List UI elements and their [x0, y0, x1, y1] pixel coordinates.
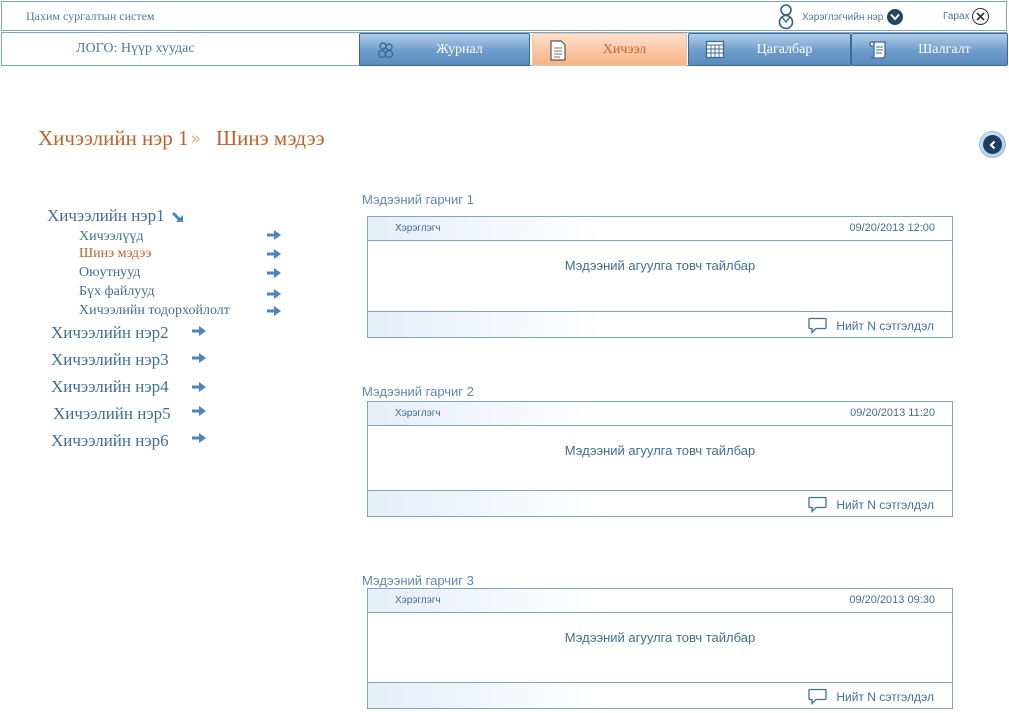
tab-exam-label: Шалгалт	[918, 41, 971, 57]
comments-count: Нийт N сэтгэлдэл	[836, 689, 934, 704]
arrow-right-icon	[267, 268, 281, 278]
news-date: 09/20/2013 09:30	[849, 594, 935, 606]
news-title[interactable]: Мэдээний гарчиг 2	[362, 384, 474, 399]
sidebar-lesson-3[interactable]: Хичээлийн нэр3	[51, 350, 169, 370]
user-dropdown-button[interactable]	[887, 9, 904, 25]
arrow-right-icon	[192, 326, 206, 336]
user-icon	[778, 4, 794, 30]
news-title[interactable]: Мэдээний гарчиг 1	[362, 192, 474, 207]
sidebar-subitem-news[interactable]: Шинэ мэдээ	[79, 246, 151, 262]
logo-home-link[interactable]: ЛОГО: Нүүр хуудас	[76, 41, 195, 57]
news-title[interactable]: Мэдээний гарчиг 3	[362, 573, 474, 588]
news-author: Хэрэглэгч	[395, 408, 441, 419]
tab-lessons-label: Хичээл	[602, 41, 647, 57]
tab-schedule[interactable]: Цагалбар	[688, 33, 851, 66]
news-card-header: Хэрэглэгч 09/20/2013 12:00	[368, 217, 952, 241]
main-navigation: ЛОГО: Нүүр хуудас Журнал Хичээл Цагалбар…	[1, 32, 1008, 66]
top-bar: Цахим сургалтын систем Хэрэглэгчийн нэр …	[1, 1, 1007, 31]
sidebar-subitem-description[interactable]: Хичээлийн тодорхойлолт	[79, 303, 230, 319]
tab-lessons[interactable]: Хичээл	[532, 33, 687, 66]
back-button[interactable]	[979, 131, 1006, 158]
comments-count: Нийт N сэтгэлдэл	[836, 497, 934, 512]
news-card-footer: Нийт N сэтгэлдэл	[368, 311, 952, 337]
sidebar-lesson-label: Хичээлийн нэр6	[51, 431, 169, 450]
page-title: Шинэ мэдээ	[215, 126, 325, 150]
arrow-right-icon	[192, 406, 206, 416]
comments-link[interactable]: Нийт N сэтгэлдэл	[808, 688, 934, 705]
sidebar-lesson-label: Хичээлийн нэр1	[47, 206, 165, 225]
comments-count: Нийт N сэтгэлдэл	[836, 318, 934, 333]
user-name: Хэрэглэгчийн нэр	[802, 11, 884, 23]
news-summary: Мэдээний агуулга товч тайлбар	[564, 443, 756, 458]
news-card[interactable]: Хэрэглэгч 09/20/2013 12:00 Мэдээний агуу…	[367, 216, 953, 338]
news-card-footer: Нийт N сэтгэлдэл	[368, 490, 952, 516]
user-menu[interactable]: Хэрэглэгчийн нэр	[776, 4, 904, 30]
close-icon	[971, 8, 989, 25]
logout-button[interactable]: Гарах	[943, 8, 989, 25]
news-summary: Мэдээний агуулга товч тайлбар	[564, 630, 756, 645]
sidebar-lesson-label: Хичээлийн нэр2	[51, 323, 169, 342]
sidebar-lesson-label: Хичээлийн нэр4	[51, 377, 169, 396]
sidebar-lesson-6[interactable]: Хичээлийн нэр6	[51, 431, 169, 451]
news-author: Хэрэглэгч	[395, 595, 441, 606]
arrow-right-icon	[192, 433, 206, 443]
arrow-right-icon	[192, 353, 206, 363]
news-date: 09/20/2013 12:00	[849, 222, 935, 234]
breadcrumb-separator-icon: »	[190, 128, 202, 149]
arrow-right-icon	[267, 249, 281, 259]
tab-exam[interactable]: Шалгалт	[851, 33, 1008, 66]
breadcrumb-course[interactable]: Хичээлийн нэр 1	[38, 126, 189, 151]
arrow-right-icon	[267, 289, 281, 299]
comments-link[interactable]: Нийт N сэтгэлдэл	[808, 317, 934, 334]
news-summary: Мэдээний агуулга товч тайлбар	[564, 258, 756, 273]
sidebar-lesson-label: Хичээлийн нэр3	[51, 350, 169, 369]
news-author: Хэрэглэгч	[395, 223, 441, 234]
arrow-right-icon	[267, 230, 281, 240]
speech-bubble-icon	[808, 496, 828, 513]
news-card-header: Хэрэглэгч 09/20/2013 09:30	[368, 589, 952, 613]
breadcrumb: Хичээлийн нэр 1 » Шинэ мэдээ	[38, 126, 325, 151]
sidebar-subitem-students[interactable]: Оюутнууд	[79, 265, 140, 281]
sidebar-lesson-2[interactable]: Хичээлийн нэр2	[51, 323, 169, 343]
news-card-header: Хэрэглэгч 09/20/2013 11:20	[368, 402, 952, 426]
sidebar-lesson-5[interactable]: Хичээлийн нэр5	[53, 404, 171, 424]
speech-bubble-icon	[808, 317, 828, 334]
news-date: 09/20/2013 11:20	[850, 407, 935, 419]
news-card[interactable]: Хэрэглэгч 09/20/2013 09:30 Мэдээний агуу…	[367, 588, 953, 709]
sidebar-subitem-lessons[interactable]: Хичээлүүд	[79, 229, 144, 245]
news-card[interactable]: Хэрэглэгч 09/20/2013 11:20 Мэдээний агуу…	[367, 401, 953, 517]
tab-journal-label: Журнал	[436, 41, 483, 57]
arrow-down-right-icon	[171, 211, 183, 223]
arrow-right-icon	[192, 382, 206, 392]
logout-label: Гарах	[943, 11, 970, 22]
sidebar-lesson-1[interactable]: Хичээлийн нэр1	[47, 206, 187, 226]
chevron-down-icon	[890, 13, 901, 21]
system-title: Цахим сургалтын систем	[26, 9, 155, 23]
tab-journal[interactable]: Журнал	[359, 33, 530, 66]
chevron-left-icon	[989, 140, 995, 149]
sidebar-lesson-4[interactable]: Хичээлийн нэр4	[51, 377, 169, 397]
news-card-footer: Нийт N сэтгэлдэл	[368, 682, 952, 708]
comments-link[interactable]: Нийт N сэтгэлдэл	[808, 496, 934, 513]
sidebar-subitem-files[interactable]: Бүх файлууд	[79, 284, 155, 300]
sidebar-lesson-label: Хичээлийн нэр5	[53, 404, 171, 423]
tab-schedule-label: Цагалбар	[756, 41, 813, 57]
arrow-right-icon	[267, 306, 281, 316]
speech-bubble-icon	[808, 688, 828, 705]
